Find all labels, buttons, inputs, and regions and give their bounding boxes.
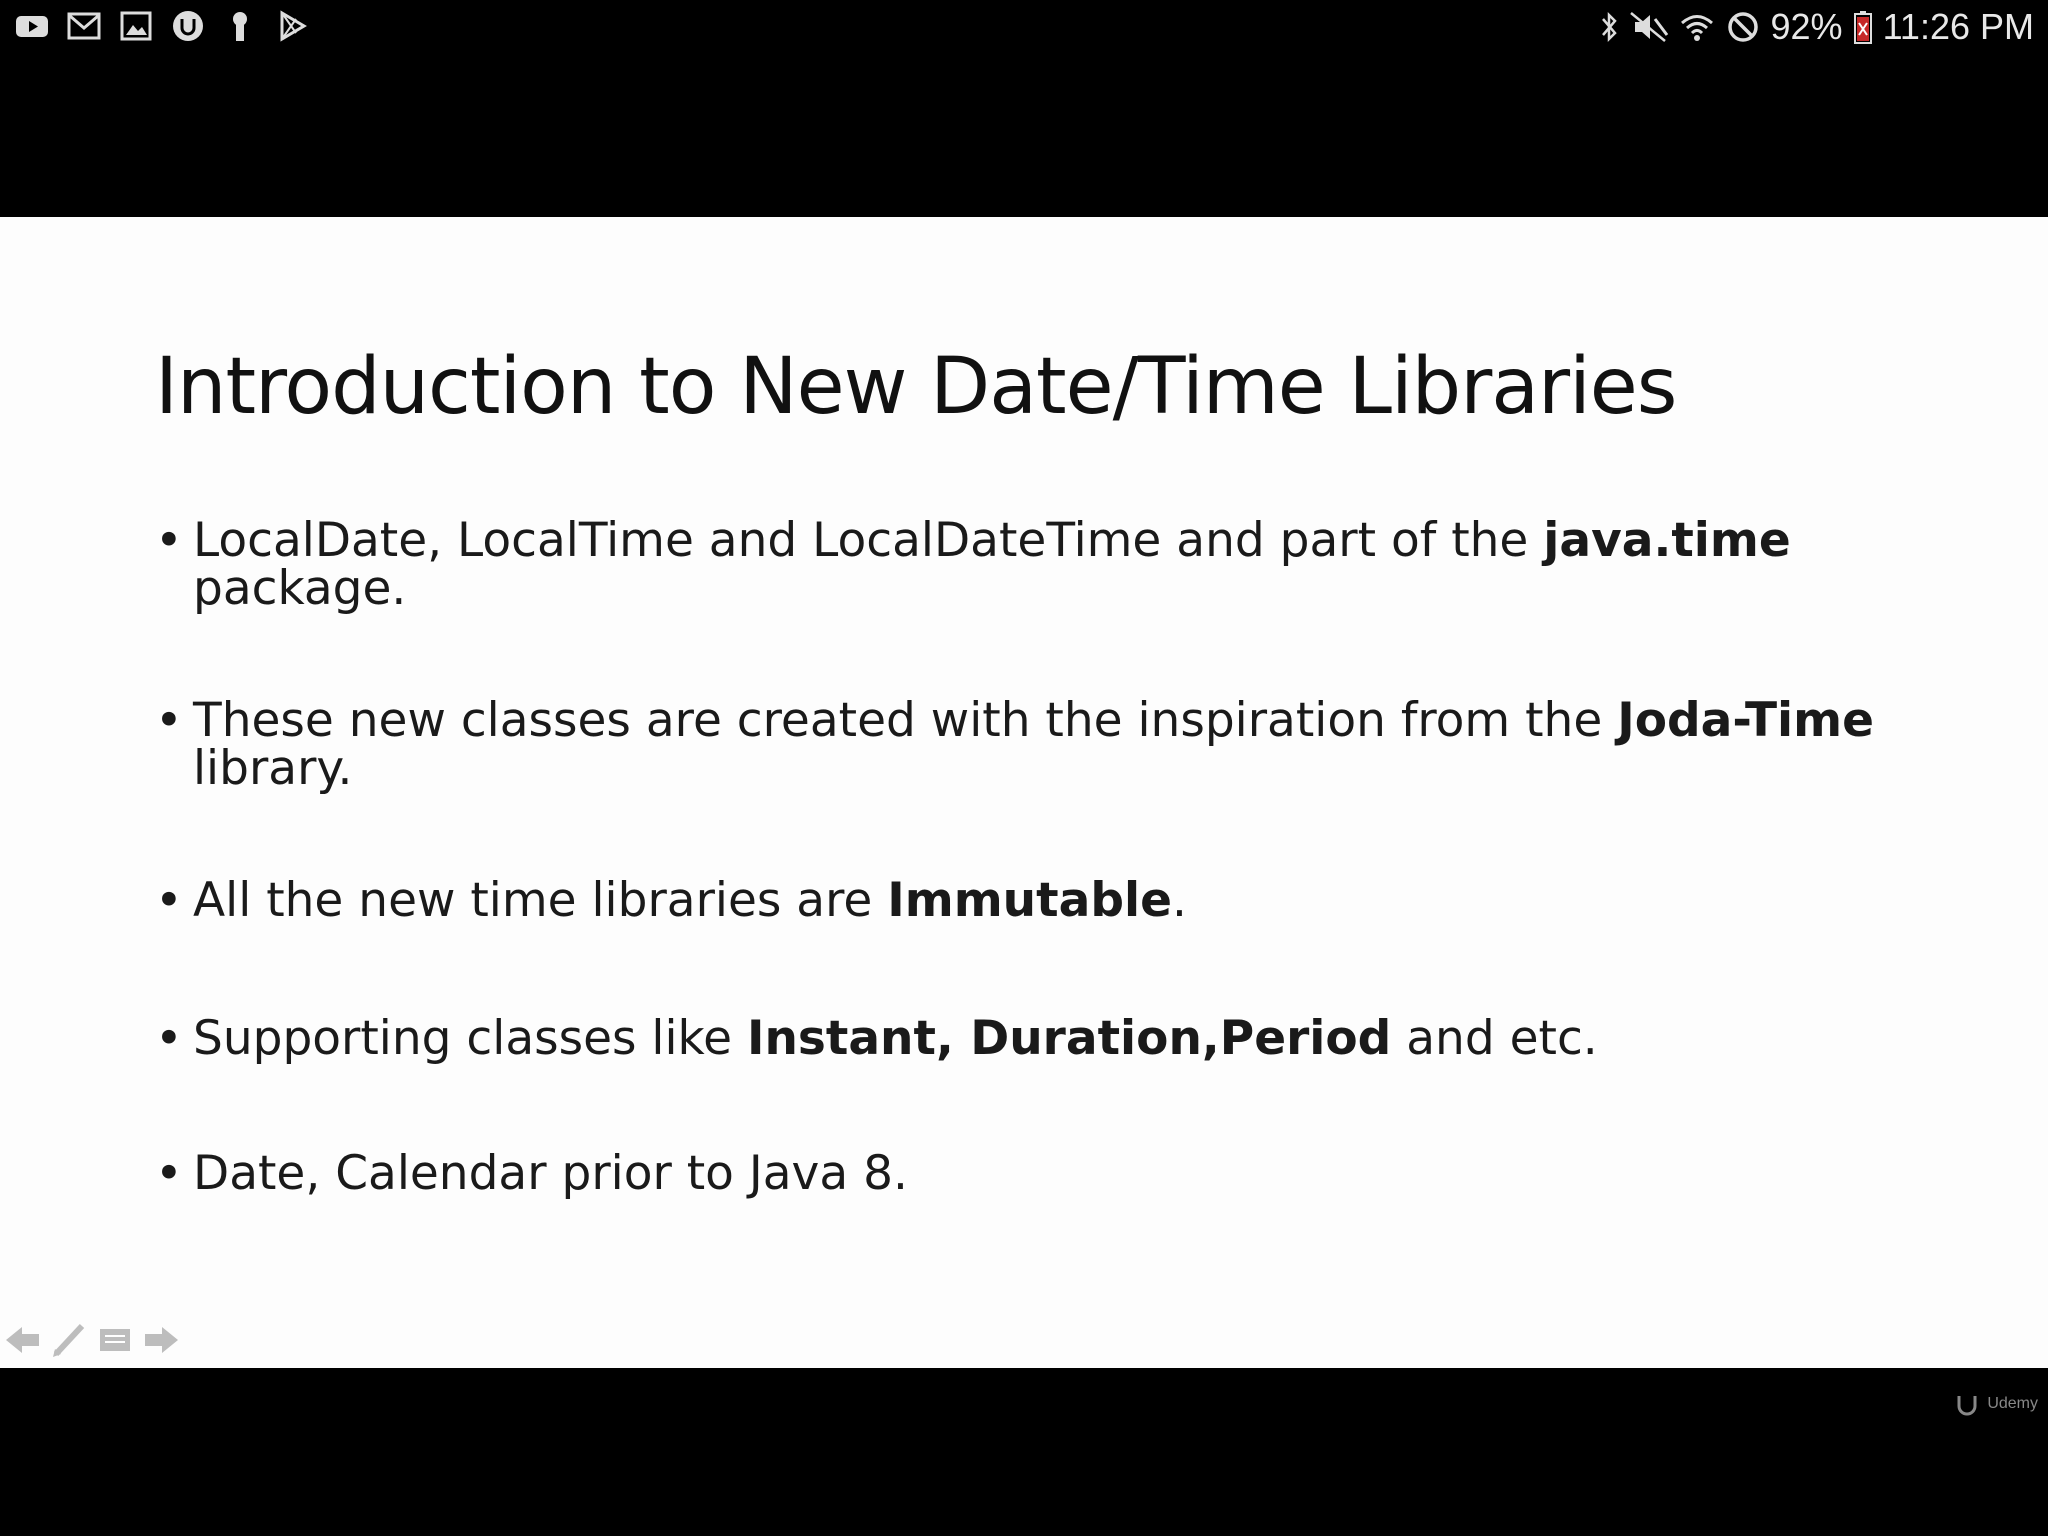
bullet-list: LocalDate, LocalTime and LocalDateTime a… [155,517,1955,1199]
battery-percent: 92% [1770,6,1843,47]
play-store-icon [280,10,307,42]
gallery-icon [120,11,152,41]
bullet-item: All the new time libraries are Immutable… [155,877,1955,926]
keyhole-icon [233,12,247,41]
udemy-logo-icon [1957,1396,1977,1416]
youtube-icon [16,16,48,37]
clock: 11:26 PM [1882,6,2034,47]
bluetooth-icon [1601,11,1617,43]
udemy-watermark: Udemy [1953,1390,2038,1418]
slide-controls [4,1321,180,1359]
wifi-icon [1680,15,1713,41]
bullet-item: Supporting classes like Instant, Duratio… [155,1015,1955,1064]
bullet-item: These new classes are created with the i… [155,697,1955,793]
udemy-icon [173,11,203,41]
menu-icon[interactable] [96,1321,134,1359]
slide-title: Introduction to New Date/Time Libraries [155,342,1677,432]
bullet-item: Date, Calendar prior to Java 8. [155,1150,1955,1199]
next-arrow-icon[interactable] [142,1321,180,1359]
bullet-item: LocalDate, LocalTime and LocalDateTime a… [155,517,1955,613]
watermark-text: Udemy [1987,1395,2038,1412]
pen-icon[interactable] [50,1321,88,1359]
battery-icon [1853,11,1872,44]
status-bar: 92% 11:26 PM [0,0,2048,52]
previous-arrow-icon[interactable] [4,1321,42,1359]
gmail-icon [67,12,101,40]
mute-icon [1629,12,1668,42]
presentation-slide: Introduction to New Date/Time Libraries … [0,217,2048,1368]
system-status: 92% 11:26 PM [1599,6,2034,48]
notification-icons [14,8,310,44]
do-not-disturb-icon [1727,12,1758,42]
